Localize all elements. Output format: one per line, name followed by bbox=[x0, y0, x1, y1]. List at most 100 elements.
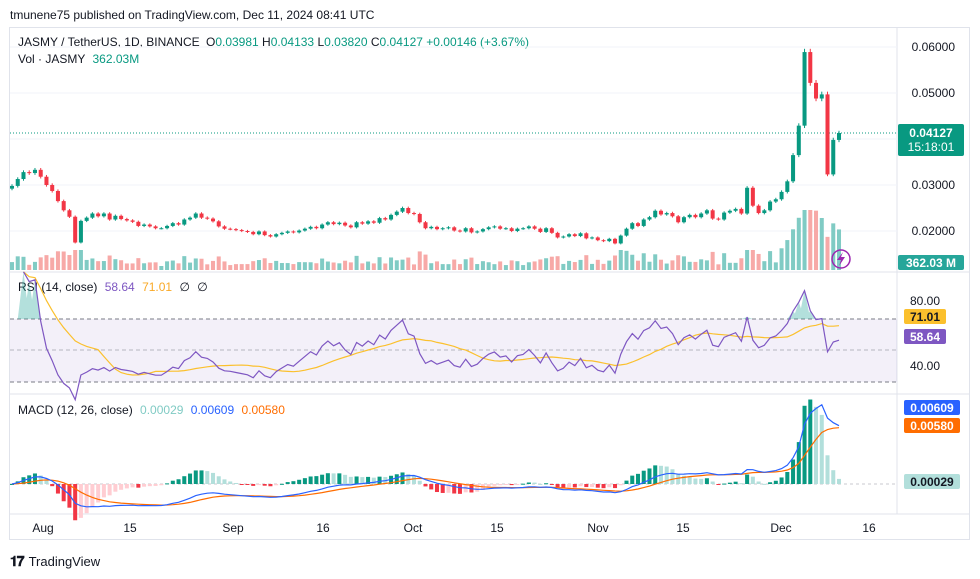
candle-body bbox=[32, 169, 37, 174]
volume-bar bbox=[538, 259, 543, 270]
macd-hist-bar bbox=[635, 473, 641, 484]
candle-body bbox=[228, 228, 233, 230]
candle-body bbox=[406, 208, 411, 214]
candle-body bbox=[457, 230, 462, 232]
volume-bar bbox=[50, 257, 55, 270]
volume-bar bbox=[239, 264, 244, 270]
candle-body bbox=[446, 227, 451, 229]
macd-hist-bar bbox=[509, 484, 514, 486]
macd-hist-bar bbox=[733, 481, 738, 484]
candle-body bbox=[544, 228, 549, 232]
volume-bar bbox=[119, 260, 124, 270]
candle-body bbox=[836, 133, 842, 140]
macd-hist-bar bbox=[78, 484, 83, 518]
volume-bar bbox=[796, 217, 801, 270]
candle-body bbox=[73, 216, 78, 243]
candle-body bbox=[498, 226, 503, 229]
macd-hist-bar bbox=[503, 484, 508, 485]
candle-body bbox=[107, 213, 112, 220]
volume-bar bbox=[486, 262, 491, 270]
macd-hist-bar bbox=[216, 476, 221, 484]
volume-bar bbox=[291, 264, 296, 270]
volume-bar bbox=[67, 255, 72, 270]
macd-hist-bar bbox=[170, 480, 175, 484]
candle-body bbox=[377, 218, 382, 223]
volume-bar bbox=[572, 262, 577, 270]
candle-body bbox=[503, 228, 508, 230]
candle-body bbox=[9, 185, 15, 189]
candle-body bbox=[538, 228, 543, 232]
candle-body bbox=[176, 223, 181, 225]
macd-hist-bar bbox=[785, 471, 790, 484]
volume-bar bbox=[366, 261, 371, 270]
candle-body bbox=[785, 181, 790, 192]
volume-bar bbox=[27, 264, 32, 270]
time-tick-nov-15: 15 bbox=[676, 521, 690, 535]
volume-bar bbox=[78, 250, 83, 270]
macd-hist-bar bbox=[245, 484, 250, 485]
volume-bar bbox=[613, 255, 618, 270]
macd-hist-bar bbox=[32, 473, 37, 484]
volume-bar bbox=[205, 264, 210, 270]
rsi-overbought-fill bbox=[17, 271, 828, 319]
macd-hist-bar bbox=[670, 469, 675, 484]
volume-bar bbox=[699, 259, 704, 270]
volume-bar bbox=[297, 262, 302, 270]
candle-body bbox=[578, 233, 583, 237]
candle-body bbox=[429, 226, 434, 229]
volume-bar bbox=[406, 257, 411, 270]
macd-hist-bar bbox=[687, 476, 692, 484]
candle-body bbox=[814, 82, 819, 99]
volume-bar bbox=[113, 259, 118, 270]
volume-bar bbox=[532, 261, 537, 270]
volume-bar bbox=[549, 256, 554, 270]
candle-body bbox=[486, 227, 491, 230]
volume-bar bbox=[360, 263, 365, 270]
volume-bar bbox=[647, 261, 652, 270]
macd-hist-bar bbox=[434, 484, 439, 493]
volume-bar bbox=[457, 264, 462, 270]
volume-bar bbox=[578, 259, 583, 270]
chart-canvas[interactable]: 0.06000 0.05000 0.03000 0.02000 0.04127 … bbox=[0, 0, 980, 579]
candle-body bbox=[302, 228, 307, 231]
macd-hist-bar bbox=[239, 484, 244, 485]
volume-bar bbox=[440, 264, 445, 270]
volume-bar bbox=[21, 256, 26, 270]
volume-bar bbox=[182, 256, 187, 270]
volume-bar bbox=[687, 261, 692, 270]
candle-body bbox=[768, 201, 773, 211]
candle-body bbox=[762, 210, 767, 214]
rsi-ma-badge-value: 71.01 bbox=[910, 310, 940, 324]
macd-hist-bar bbox=[90, 484, 95, 507]
macd-hist-bar bbox=[578, 484, 583, 487]
volume-bar bbox=[44, 255, 49, 270]
macd-hist-bar bbox=[343, 474, 348, 484]
candle-body bbox=[27, 172, 32, 174]
macd-hist-bar bbox=[44, 480, 49, 484]
candle-body bbox=[773, 199, 778, 202]
macd-hist-bar bbox=[107, 484, 112, 496]
rsi-tick-80: 80.00 bbox=[910, 294, 940, 308]
volume-bar bbox=[73, 250, 78, 270]
volume-bar bbox=[389, 257, 394, 270]
macd-hist-bar bbox=[188, 473, 193, 484]
candle-body bbox=[630, 223, 635, 229]
rsi-tick-40: 40.00 bbox=[910, 359, 940, 373]
volume-bar bbox=[590, 263, 595, 270]
volume-bar bbox=[90, 258, 95, 270]
macd-hist-bar bbox=[325, 473, 330, 484]
macd-hist-bar bbox=[256, 484, 261, 486]
macd-hist-bar bbox=[710, 481, 715, 484]
volume-bar bbox=[377, 257, 382, 270]
macd-hist-bar bbox=[584, 484, 589, 488]
volume-bar bbox=[371, 263, 376, 270]
volume-bar bbox=[710, 251, 715, 270]
tradingview-brand[interactable]: 𝟏𝟕 TradingView bbox=[10, 553, 100, 570]
volume-bar bbox=[607, 260, 612, 270]
candle-body bbox=[354, 222, 359, 228]
candle-body bbox=[337, 222, 342, 225]
macd-hist-bar bbox=[165, 483, 170, 485]
volume-bar bbox=[756, 253, 761, 270]
macd-hist-bar bbox=[279, 483, 284, 485]
candle-body bbox=[819, 94, 824, 99]
